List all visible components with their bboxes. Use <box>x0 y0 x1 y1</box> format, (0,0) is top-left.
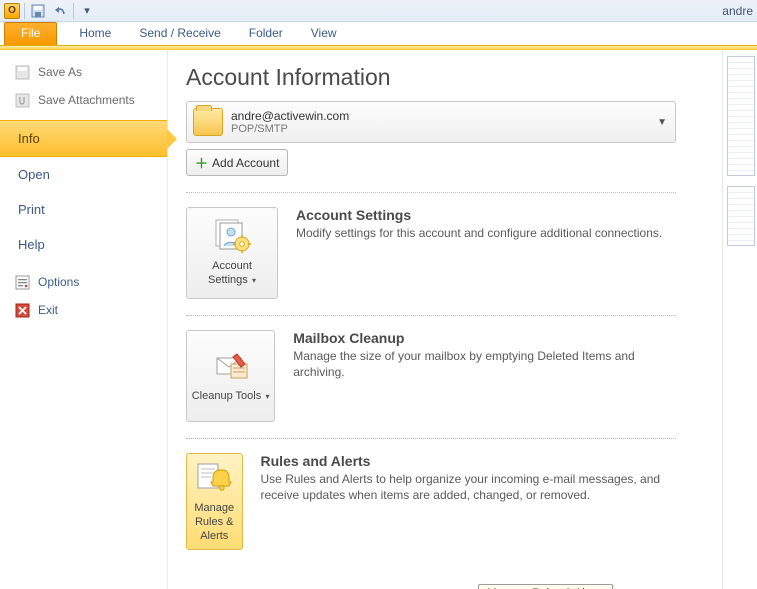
section-rules-alerts: Manage Rules & Alerts Rules and Alerts U… <box>186 453 676 550</box>
plus-icon: ＋ <box>195 153 208 172</box>
qat-separator <box>24 3 25 19</box>
nav-options[interactable]: Options <box>0 268 167 296</box>
tab-folder[interactable]: Folder <box>235 22 297 45</box>
button-label: Account Settings ▾ <box>191 260 273 288</box>
section-desc: Use Rules and Alerts to help organize yo… <box>261 471 676 503</box>
save-as-icon <box>14 64 30 80</box>
separator <box>186 192 676 193</box>
nav-exit[interactable]: Exit <box>0 296 167 324</box>
undo-icon[interactable] <box>51 2 69 20</box>
button-label: Manage Rules & Alerts <box>191 502 238 543</box>
preview-thumbnail <box>727 56 755 176</box>
nav-info[interactable]: Info <box>0 120 167 157</box>
outlook-app-icon: O <box>4 3 20 19</box>
nav-label: Options <box>38 275 79 289</box>
preview-thumbnail <box>727 186 755 246</box>
separator <box>186 438 676 439</box>
add-account-label: Add Account <box>212 156 279 170</box>
save-icon[interactable] <box>29 2 47 20</box>
section-text: Account Settings Modify settings for thi… <box>296 207 662 299</box>
main-content: Account Information andre@activewin.com … <box>168 50 722 589</box>
nav-label: Save As <box>38 65 82 79</box>
section-title: Account Settings <box>296 207 662 223</box>
manage-rules-alerts-button[interactable]: Manage Rules & Alerts <box>186 453 243 550</box>
backstage-body: Save As Save Attachments Info Open Print… <box>0 50 757 589</box>
account-folder-icon <box>193 108 223 136</box>
nav-open[interactable]: Open <box>0 157 167 192</box>
account-text: andre@activewin.com POP/SMTP <box>231 109 349 135</box>
nav-print[interactable]: Print <box>0 192 167 227</box>
tab-view[interactable]: View <box>297 22 351 45</box>
quick-access-toolbar: ▾ <box>24 2 96 20</box>
page-title: Account Information <box>186 64 722 91</box>
account-settings-icon <box>212 218 252 254</box>
rules-alerts-icon <box>194 460 234 496</box>
account-email: andre@activewin.com <box>231 109 349 123</box>
account-dropdown[interactable]: andre@activewin.com POP/SMTP ▼ <box>186 101 676 143</box>
separator <box>186 315 676 316</box>
nav-save-as: Save As <box>0 58 167 86</box>
title-bar: O ▾ andre <box>0 0 757 22</box>
section-text: Mailbox Cleanup Manage the size of your … <box>293 330 676 422</box>
tab-send-receive[interactable]: Send / Receive <box>125 22 234 45</box>
section-account-settings: Account Settings ▾ Account Settings Modi… <box>186 207 676 299</box>
account-protocol: POP/SMTP <box>231 123 349 135</box>
chevron-down-icon: ▾ <box>263 392 269 401</box>
attachment-icon <box>14 92 30 108</box>
nav-save-attachments: Save Attachments <box>0 86 167 114</box>
section-desc: Modify settings for this account and con… <box>296 225 662 241</box>
qat-customize-icon[interactable]: ▾ <box>78 2 96 20</box>
tab-home[interactable]: Home <box>65 22 125 45</box>
tooltip: Manage Rules & Alerts <box>478 584 613 589</box>
cleanup-tools-icon <box>211 348 251 384</box>
account-settings-button[interactable]: Account Settings ▾ <box>186 207 278 299</box>
section-text: Rules and Alerts Use Rules and Alerts to… <box>261 453 676 550</box>
chevron-down-icon: ▾ <box>250 276 256 285</box>
section-desc: Manage the size of your mailbox by empty… <box>293 348 676 380</box>
chevron-down-icon: ▼ <box>657 117 667 128</box>
tab-file[interactable]: File <box>4 22 57 45</box>
section-title: Rules and Alerts <box>261 453 676 469</box>
section-mailbox-cleanup: Cleanup Tools ▾ Mailbox Cleanup Manage t… <box>186 330 676 422</box>
button-label: Cleanup Tools ▾ <box>192 390 270 404</box>
nav-label: Exit <box>38 303 58 317</box>
nav-label: Save Attachments <box>38 93 135 107</box>
window-title: andre <box>722 4 753 18</box>
section-title: Mailbox Cleanup <box>293 330 676 346</box>
preview-pane <box>722 50 757 589</box>
cleanup-tools-button[interactable]: Cleanup Tools ▾ <box>186 330 275 422</box>
qat-separator <box>73 3 74 19</box>
ribbon-tabs: File Home Send / Receive Folder View <box>0 22 757 46</box>
add-account-button[interactable]: ＋ Add Account <box>186 149 288 176</box>
backstage-nav: Save As Save Attachments Info Open Print… <box>0 50 168 589</box>
options-icon <box>14 274 30 290</box>
exit-icon <box>14 302 30 318</box>
nav-help[interactable]: Help <box>0 227 167 262</box>
